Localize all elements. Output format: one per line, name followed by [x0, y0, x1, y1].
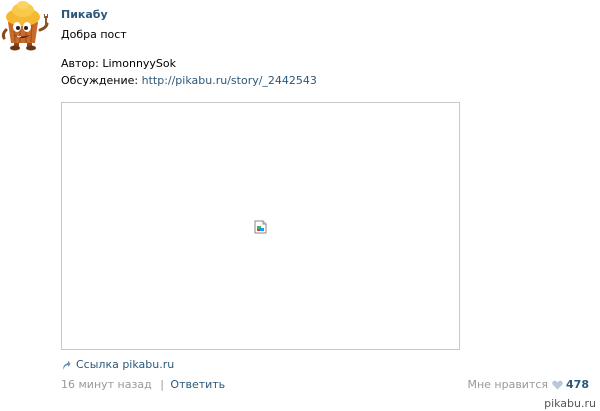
post-image[interactable] [61, 102, 460, 350]
author-label: Автор: [61, 57, 99, 70]
post-author-name[interactable]: Пикабу [61, 8, 108, 21]
discussion-label: Обсуждение: [61, 74, 139, 87]
discussion-link[interactable]: http://pikabu.ru/story/_2442543 [142, 74, 317, 87]
avatar[interactable] [0, 0, 50, 52]
like-count: 478 [566, 378, 589, 391]
post-time[interactable]: 16 минут назад [61, 378, 152, 391]
footer-separator: | [160, 378, 164, 391]
post-text: Добра пост [61, 28, 127, 41]
discussion-line: Обсуждение: http://pikabu.ru/story/_2442… [61, 72, 597, 89]
share-link-label: Ссылка pikabu.ru [76, 358, 175, 371]
share-arrow-icon [63, 360, 71, 370]
heart-icon [552, 380, 563, 390]
author-line: Автор: LimonnyySok [61, 55, 597, 72]
like-button[interactable]: Мне нравится 478 [467, 378, 589, 392]
broken-image-icon [254, 220, 267, 234]
like-label: Мне нравится [467, 378, 549, 391]
share-link[interactable]: Ссылка pikabu.ru [61, 358, 174, 372]
reply-button[interactable]: Ответить [170, 378, 225, 391]
cupcake-mascot-icon [1, 1, 49, 51]
post-content: Пикабу Добра пост Автор: LimonnyySok Обс… [61, 8, 597, 89]
watermark: pikabu.ru [542, 397, 598, 410]
author-value: LimonnyySok [102, 57, 177, 70]
post-footer: 16 минут назад | Ответить [61, 378, 225, 392]
